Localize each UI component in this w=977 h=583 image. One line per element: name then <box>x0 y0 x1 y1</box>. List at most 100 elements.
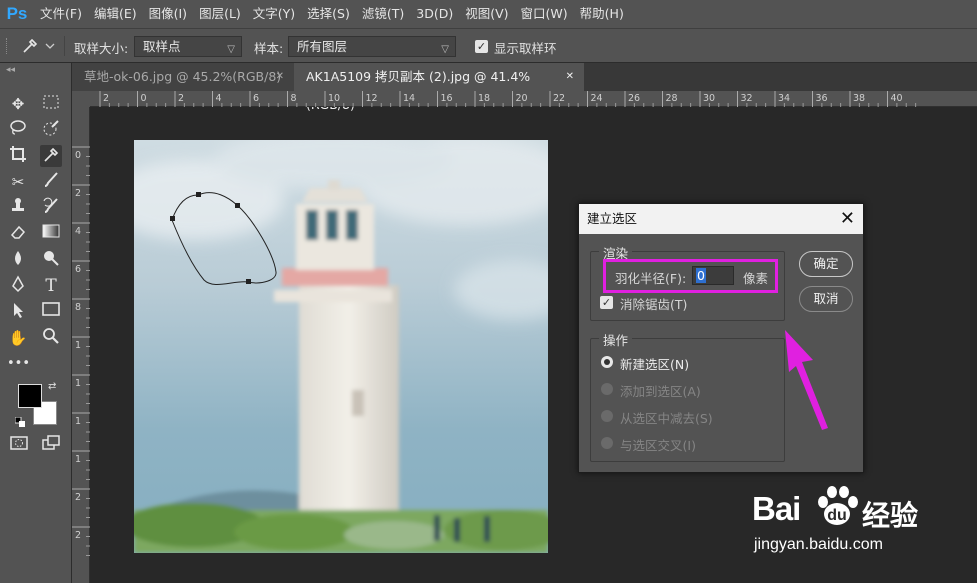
healing-brush-tool-icon[interactable]: ✂ <box>7 171 29 193</box>
new-selection-label: 新建选区(N) <box>620 357 690 372</box>
sample-select[interactable]: 所有图层 ▽ <box>288 36 456 57</box>
crop-tool-icon[interactable] <box>7 145 29 167</box>
dodge-tool-icon[interactable] <box>40 249 62 271</box>
history-brush-tool-icon[interactable] <box>40 197 62 219</box>
subtract-from-selection-radio[interactable] <box>601 410 613 422</box>
horizontal-ruler[interactable]: 2 0 2 4 6 8 10 12 14 16 18 20 22 24 26 28 30 32 34 36 38 40 <box>90 91 977 107</box>
cancel-button[interactable]: 取消 <box>799 286 853 312</box>
menu-help[interactable]: 帮助(H) <box>574 0 630 28</box>
foreground-color-swatch-front <box>18 384 42 408</box>
ruler-label: 4 <box>75 226 81 237</box>
eyedropper-preset-icon[interactable] <box>20 36 60 56</box>
clone-stamp-tool-icon[interactable] <box>7 197 29 219</box>
screen-mode-icon[interactable] <box>40 435 62 457</box>
menu-layer[interactable]: 图层(L) <box>193 0 247 28</box>
show-ring-label: 显示取样环 <box>494 41 557 56</box>
gradient-tool-icon[interactable] <box>40 223 62 245</box>
more-tools-icon[interactable]: ••• <box>7 353 30 375</box>
menu-edit[interactable]: 编辑(E) <box>88 0 143 28</box>
close-icon[interactable]: ✕ <box>566 63 574 91</box>
ruler-label: 14 <box>403 93 415 104</box>
photoshop-logo: Ps <box>6 4 28 23</box>
ruler-label: 32 <box>741 93 753 104</box>
ruler-label: 12 <box>366 93 378 104</box>
menu-select[interactable]: 选择(S) <box>301 0 356 28</box>
new-selection-radio[interactable] <box>601 356 613 368</box>
zoom-tool-icon[interactable] <box>40 327 62 349</box>
menu-bar: Ps 文件(F) 编辑(E) 图像(I) 图层(L) 文字(Y) 选择(S) 滤… <box>0 0 977 28</box>
ruler-label: 20 <box>516 93 528 104</box>
quick-mask-icon[interactable] <box>8 435 30 457</box>
dialog-title-bar[interactable]: 建立选区 <box>579 204 863 234</box>
options-bar: 取样大小: 取样点 ▽ 样本: 所有图层 ▽ ✓ 显示取样环 <box>0 28 977 63</box>
document-tab[interactable]: 草地-ok-06.jpg @ 45.2%(RGB/8) * ✕ <box>72 63 294 112</box>
watermark-brand: Bai <box>752 490 801 527</box>
menu-window[interactable]: 窗口(W) <box>515 0 574 28</box>
ruler-label: 2 <box>178 93 184 104</box>
vertical-ruler[interactable]: 0 2 4 6 8 1 1 1 1 2 2 <box>72 107 90 583</box>
sample-label: 样本: <box>254 41 284 56</box>
baidu-watermark: Bai du 经验 jingyan.baidu.com <box>752 484 972 574</box>
eraser-tool-icon[interactable] <box>7 223 29 245</box>
blur-tool-icon[interactable] <box>7 249 29 271</box>
menu-view[interactable]: 视图(V) <box>459 0 514 28</box>
watermark-brand-suffix: 经验 <box>862 499 919 532</box>
ruler-label: 8 <box>291 93 297 104</box>
pen-tool-icon[interactable] <box>7 275 29 297</box>
subtract-from-selection-label: 从选区中减去(S) <box>620 411 713 426</box>
brush-tool-icon[interactable] <box>40 171 62 193</box>
ruler-label: 0 <box>75 150 81 161</box>
ok-button[interactable]: 确定 <box>799 251 853 277</box>
feather-unit: 像素 <box>743 271 769 286</box>
chevron-down-icon: ▽ <box>441 44 449 55</box>
sample-size-select[interactable]: 取样点 ▽ <box>134 36 242 57</box>
add-to-selection-label: 添加到选区(A) <box>620 384 701 399</box>
feather-input[interactable]: 0 <box>692 266 734 285</box>
menu-3d[interactable]: 3D(D) <box>410 0 459 28</box>
add-to-selection-radio[interactable] <box>601 383 613 395</box>
menu-filter[interactable]: 滤镜(T) <box>356 0 410 28</box>
default-colors-icon[interactable] <box>14 416 25 427</box>
paw-icon: du <box>818 486 858 525</box>
svg-text:du: du <box>827 507 847 524</box>
watermark-url: jingyan.baidu.com <box>754 536 883 553</box>
ruler-label: 28 <box>666 93 678 104</box>
menu-image[interactable]: 图像(I) <box>143 0 193 28</box>
intersect-selection-label: 与选区交叉(I) <box>620 438 696 453</box>
eyedropper-tool-icon[interactable] <box>40 145 62 167</box>
quick-selection-tool-icon[interactable] <box>40 119 62 141</box>
intersect-selection-radio[interactable] <box>601 437 613 449</box>
path-selection-tool-icon[interactable] <box>7 301 29 323</box>
chevron-down-icon: ▽ <box>227 44 235 55</box>
ruler-label: 26 <box>628 93 640 104</box>
move-tool-icon[interactable]: ✥ <box>7 93 29 115</box>
antialias-checkbox[interactable]: ✓ <box>600 296 613 309</box>
ruler-label: 40 <box>891 93 903 104</box>
separator <box>64 36 65 56</box>
collapse-panel-icon[interactable]: ◂◂ <box>6 65 15 75</box>
ruler-label: 6 <box>75 264 81 275</box>
type-tool-icon[interactable]: T <box>40 275 62 297</box>
swap-colors-icon[interactable]: ⇄ <box>48 381 56 392</box>
ruler-label: 36 <box>816 93 828 104</box>
ruler-label: 18 <box>478 93 490 104</box>
ruler-label: 8 <box>75 302 81 313</box>
ruler-label: 1 <box>75 454 81 465</box>
menu-type[interactable]: 文字(Y) <box>247 0 301 28</box>
document-tab-active[interactable]: AK1A5109 拷贝副本 (2).jpg @ 41.4%(RGB/8) * ✕ <box>294 63 584 112</box>
show-ring-checkbox[interactable]: ✓ <box>475 40 488 53</box>
ruler-label: 1 <box>75 340 81 351</box>
lasso-tool-icon[interactable] <box>7 119 29 141</box>
hand-tool-icon[interactable]: ✋ <box>7 327 29 349</box>
menu-file[interactable]: 文件(F) <box>34 0 88 28</box>
rectangle-tool-icon[interactable] <box>40 301 62 323</box>
ruler-label: 2 <box>75 492 81 503</box>
ruler-label: 4 <box>216 93 222 104</box>
close-icon[interactable]: ✕ <box>276 63 284 91</box>
close-icon[interactable]: ✕ <box>840 204 855 234</box>
ruler-origin[interactable] <box>72 91 90 107</box>
ruler-label: 1 <box>75 416 81 427</box>
annotation-arrow <box>785 330 828 430</box>
marquee-tool-icon[interactable] <box>40 93 62 115</box>
document-image[interactable] <box>134 140 548 553</box>
